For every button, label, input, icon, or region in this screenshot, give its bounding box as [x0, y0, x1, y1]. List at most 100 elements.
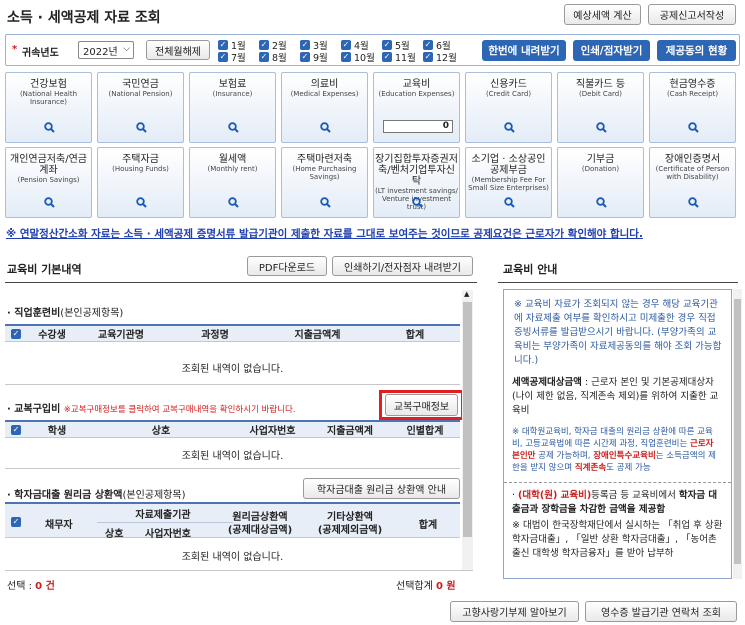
info-p4: · (대학(원) 교육비)등록금 등 교육비에서 학자금 대출금과 장학금을 차… [512, 490, 718, 515]
deduction-tile[interactable]: 교육비 (Education Expenses) 0 [373, 72, 460, 143]
select-all-button[interactable]: 전체월해제 [146, 40, 210, 60]
job-training-header: ✓ 수강생 교육기관명 과정명 지출금액계 합계 [5, 324, 460, 342]
scroll-up-icon[interactable]: ▲ [464, 290, 469, 298]
deduction-tile[interactable]: 소기업 · 소상공인 공제부금 (Membership Fee For Small… [465, 147, 552, 218]
info-scrollbar[interactable] [733, 289, 742, 579]
month-checkbox[interactable]: ✓ 10월 [341, 50, 375, 64]
month-label: 9월 [313, 53, 328, 64]
tile-subtitle: (National Pension) [108, 90, 173, 98]
tile-title: 의료비 [310, 79, 339, 90]
info-title: 교육비 안내 [503, 263, 558, 276]
print-download-button[interactable]: 인쇄하기/전자점자 내려받기 [332, 256, 473, 276]
checkbox-icon[interactable]: ✓ [382, 40, 392, 50]
deduction-tile[interactable]: 월세액 (Monthly rent) [189, 147, 276, 218]
month-checkbox[interactable]: ✓ 8월 [259, 50, 287, 64]
search-icon[interactable] [44, 197, 55, 211]
checkbox-icon[interactable]: ✓ [423, 40, 433, 50]
empty-message: 조회된 내역이 없습니다. [181, 364, 284, 375]
deduction-tile[interactable]: 개인연금저축/연금계좌 (Pension Savings) [5, 147, 92, 218]
receipt-issuer-button[interactable]: 영수증 발급기관 연락처 조회 [585, 601, 737, 622]
tile-subtitle: (Monthly rent) [207, 165, 258, 173]
tile-title: 건강보험 [30, 79, 67, 90]
tile-subtitle: (Pension Savings) [17, 176, 80, 184]
month-checkbox[interactable]: ✓ 7월 [218, 50, 246, 64]
search-icon[interactable] [44, 122, 55, 136]
job-training-title: · 직업훈련비(본인공제항목) [7, 308, 124, 319]
checkbox-icon[interactable]: ✓ [259, 40, 269, 50]
scrollbar[interactable]: ▲ [462, 290, 473, 570]
checkbox-icon[interactable]: ✓ [300, 40, 310, 50]
search-icon[interactable] [136, 122, 147, 136]
header-checkbox[interactable]: ✓ [5, 328, 27, 339]
notice-text[interactable]: ※ 연말정산간소화 자료는 소득 · 세액공제 증명서류 발급기관이 제출한 자… [6, 226, 643, 241]
education-amount-field[interactable]: 0 [383, 120, 453, 133]
checkbox-icon[interactable]: ✓ [259, 52, 269, 62]
section-title: 교육비 기본내역 [7, 263, 82, 276]
info-scrollbar-thumb[interactable] [734, 299, 741, 564]
deduction-tile[interactable]: 장애인증명서 (Certificate of Person with Disabi… [649, 147, 736, 218]
deduction-tile[interactable]: 기부금 (Donation) [557, 147, 644, 218]
checkbox-icon[interactable]: ✓ [341, 40, 351, 50]
month-checkbox[interactable]: ✓ 12월 [423, 50, 457, 64]
checkbox-icon: ✓ [11, 329, 21, 339]
chevron-down-icon: ⌵ [123, 44, 130, 54]
report-button[interactable]: 공제신고서작성 [648, 4, 736, 25]
deduction-tile[interactable]: 보험료 (Insurance) [189, 72, 276, 143]
deduction-tile[interactable]: 국민연금 (National Pension) [97, 72, 184, 143]
deduction-tile[interactable]: 현금영수증 (Cash Receipt) [649, 72, 736, 143]
consent-status-button[interactable]: 제공동의 현황 [657, 40, 736, 61]
header-checkbox[interactable]: ✓ [11, 516, 21, 527]
filter-bar: * 귀속년도 2022년 ⌵ 전체월해제 ✓ 1월 ✓ 2월 ✓ 3월 ✓ 4월 ✓ 5월 ✓ 6월 ✓… [5, 34, 740, 66]
search-icon[interactable] [320, 197, 331, 211]
print-braille-button[interactable]: 인쇄/점자받기 [573, 40, 650, 61]
deduction-tile[interactable]: 직불카드 등 (Debit Card) [557, 72, 644, 143]
scrollbar-thumb[interactable] [463, 302, 472, 537]
checkbox-icon[interactable]: ✓ [423, 52, 433, 62]
search-icon[interactable] [136, 197, 147, 211]
search-icon[interactable] [596, 122, 607, 136]
loan-header: ✓ 채무자 자료제출기관 상호 사업자번호 원리금상환액 (공제대상금액) 기타… [5, 502, 460, 540]
search-icon[interactable] [504, 197, 515, 211]
tile-subtitle: (Insurance) [212, 90, 253, 98]
month-checkbox[interactable]: ✓ 11월 [382, 50, 416, 64]
pdf-download-button[interactable]: PDF다운로드 [247, 256, 327, 276]
info-p5: ※ 대법이 한국장학재단에서 실시하는 「취업 후 상환 학자금대출」, 「일반… [512, 520, 723, 559]
month-checkbox[interactable]: ✓ 9월 [300, 50, 328, 64]
month-label: 7월 [231, 53, 246, 64]
search-icon[interactable] [596, 197, 607, 211]
search-icon[interactable] [412, 197, 423, 211]
tile-subtitle: (Home Purchasing Savings) [292, 165, 357, 181]
checkbox-icon[interactable]: ✓ [341, 52, 351, 62]
tax-calc-button[interactable]: 예상세액 계산 [564, 4, 641, 25]
tile-title: 직불카드 등 [575, 79, 626, 90]
deduction-tile[interactable]: 신용카드 (Credit Card) [465, 72, 552, 143]
info-box: ※ 교육비 자료가 조회되지 않는 경우 해당 교육기관에 자료제출 여부를 확… [503, 289, 732, 579]
search-icon[interactable] [688, 122, 699, 136]
deduction-tile[interactable]: 장기집합투자증권저축/벤처기업투자신탁 (LT investment saving… [373, 147, 460, 218]
month-checkboxes: ✓ 1월 ✓ 2월 ✓ 3월 ✓ 4월 ✓ 5월 ✓ 6월 ✓ 7월 ✓ 8월 ✓ 9월 ✓ 10월 ✓ 11월 ✓ 12월 [218, 38, 468, 64]
search-icon[interactable] [504, 122, 515, 136]
loan-info-button[interactable]: 학자금대출 원리금 상환액 안내 [303, 478, 460, 499]
deduction-tile[interactable]: 주택자금 (Housing Funds) [97, 147, 184, 218]
year-select[interactable]: 2022년 ⌵ [78, 41, 134, 59]
uniform-info-button[interactable]: 교복구매정보 [385, 394, 458, 416]
tile-title: 소기업 · 소상공인 공제부금 [471, 154, 546, 176]
search-icon[interactable] [228, 197, 239, 211]
search-icon[interactable] [688, 197, 699, 211]
hometown-donation-button[interactable]: 고향사랑기부제 알아보기 [450, 601, 579, 622]
deduction-tile[interactable]: 의료비 (Medical Expenses) [281, 72, 368, 143]
header-checkbox[interactable]: ✓ [5, 424, 27, 435]
tile-subtitle: (Cash Receipt) [666, 90, 719, 98]
checkbox-icon[interactable]: ✓ [218, 40, 228, 50]
deduction-tile[interactable]: 주택마련저축 (Home Purchasing Savings) [281, 147, 368, 218]
search-icon[interactable] [320, 122, 331, 136]
checkbox-icon[interactable]: ✓ [382, 52, 392, 62]
info-p1: ※ 교육비 자료가 조회되지 않는 경우 해당 교육기관에 자료제출 여부를 확… [514, 299, 722, 366]
checkbox-icon[interactable]: ✓ [218, 52, 228, 62]
deduction-tile[interactable]: 건강보험 (National Health Insurance) [5, 72, 92, 143]
tile-subtitle: (Credit Card) [485, 90, 532, 98]
checkbox-icon[interactable]: ✓ [300, 52, 310, 62]
search-icon[interactable] [228, 122, 239, 136]
tile-title: 교육비 [402, 79, 431, 90]
download-all-button[interactable]: 한번에 내려받기 [482, 40, 566, 61]
